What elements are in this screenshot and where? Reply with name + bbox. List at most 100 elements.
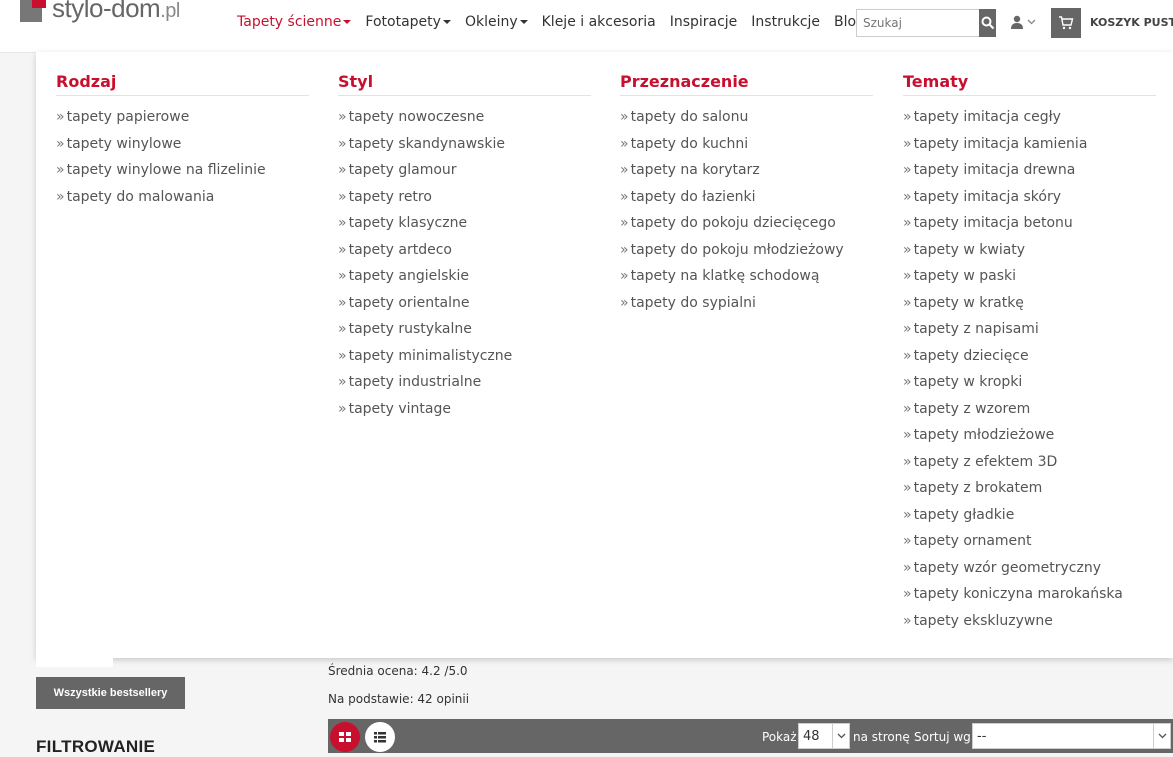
menu-link-label: tapety w kratkę (913, 294, 1024, 311)
menu-link[interactable]: » tapety winylowe (56, 135, 309, 162)
logo-mark-icon (20, 0, 52, 24)
menu-link[interactable]: » tapety do salonu (620, 108, 873, 135)
menu-link[interactable]: » tapety minimalistyczne (338, 347, 591, 374)
menu-link[interactable]: » tapety do kuchni (620, 135, 873, 162)
menu-link[interactable]: » tapety z brokatem (903, 479, 1156, 506)
sort-select[interactable]: -- (972, 723, 1171, 749)
menu-link[interactable]: » tapety glamour (338, 161, 591, 188)
menu-link-label: tapety do pokoju młodzieżowy (630, 241, 844, 258)
search-input[interactable] (856, 9, 979, 37)
raquo-icon: » (903, 506, 912, 523)
menu-link-label: tapety glamour (348, 162, 457, 178)
raquo-icon: » (903, 241, 912, 258)
raquo-icon: » (903, 135, 912, 152)
menu-link-label: tapety do sypialni (630, 294, 756, 311)
menu-link[interactable]: » tapety z wzorem (903, 400, 1156, 427)
raquo-icon: » (903, 268, 912, 284)
menu-link[interactable]: » tapety papierowe (56, 108, 309, 135)
menu-link[interactable]: » tapety nowoczesne (338, 108, 591, 135)
menu-link[interactable]: » tapety w paski (903, 267, 1156, 294)
menu-link[interactable]: » tapety młodzieżowe (903, 426, 1156, 453)
menu-link[interactable]: » tapety vintage (338, 400, 591, 427)
site-logo[interactable]: stylo-dom.pl (20, 0, 180, 26)
menu-link[interactable]: » tapety artdeco (338, 241, 591, 268)
menu-column-heading: Rodzaj (56, 72, 309, 96)
account-menu[interactable] (1010, 15, 1036, 29)
menu-link[interactable]: » tapety z napisami (903, 320, 1156, 347)
menu-column-heading: Przeznaczenie (620, 72, 873, 96)
menu-link[interactable]: » tapety w kwiaty (903, 241, 1156, 268)
menu-link[interactable]: » tapety ornament (903, 532, 1156, 559)
raquo-icon: » (56, 109, 65, 125)
menu-link[interactable]: » tapety skandynawskie (338, 135, 591, 162)
menu-link-label: tapety koniczyna marokańska (913, 586, 1123, 602)
list-view-button[interactable] (365, 722, 395, 752)
menu-link[interactable]: » tapety gładkie (903, 506, 1156, 533)
menu-link[interactable]: » tapety angielskie (338, 267, 591, 294)
menu-link[interactable]: » tapety do malowania (56, 188, 309, 215)
all-bestsellers-button[interactable]: Wszystkie bestsellery (36, 677, 185, 709)
nav-item-tapety-scienne[interactable]: Tapety ścienne (237, 12, 352, 32)
raquo-icon: » (620, 215, 629, 231)
menu-link-label: tapety z wzorem (913, 400, 1031, 417)
menu-link-label: tapety imitacja cegły (913, 109, 1061, 125)
raquo-icon: » (338, 268, 347, 284)
menu-link[interactable]: » tapety imitacja cegły (903, 108, 1156, 135)
per-page-value: 48 (803, 729, 820, 744)
menu-link[interactable]: » tapety klasyczne (338, 214, 591, 241)
menu-link-label: tapety winylowe (66, 135, 182, 152)
cart-status-label[interactable]: KOSZYK PUSTY (1090, 16, 1173, 29)
nav-item-inspiracje[interactable]: Inspiracje (670, 12, 738, 32)
menu-link[interactable]: » tapety na klatkę schodową (620, 267, 873, 294)
nav-item-fototapety[interactable]: Fototapety (365, 12, 451, 32)
raquo-icon: » (56, 135, 65, 152)
raquo-icon: » (903, 188, 912, 205)
menu-link-label: tapety minimalistyczne (348, 347, 513, 364)
raquo-icon: » (903, 533, 912, 549)
menu-link[interactable]: » tapety winylowe na flizelinie (56, 161, 309, 188)
raquo-icon: » (620, 268, 629, 284)
grid-icon (339, 732, 351, 742)
site-header: stylo-dom.pl Tapety ścienne Fototapety O… (0, 0, 1173, 53)
menu-link-label: tapety w kwiaty (913, 241, 1026, 258)
nav-item-kleje[interactable]: Kleje i akcesoria (542, 12, 656, 32)
menu-link[interactable]: » tapety w kropki (903, 373, 1156, 400)
raquo-icon: » (620, 188, 629, 205)
menu-link-label: tapety do salonu (630, 109, 749, 125)
raquo-icon: » (56, 188, 65, 205)
list-icon (374, 732, 386, 743)
menu-link[interactable]: » tapety imitacja drewna (903, 161, 1156, 188)
menu-link[interactable]: » tapety do sypialni (620, 294, 873, 321)
raquo-icon: » (620, 135, 629, 152)
menu-link[interactable]: » tapety imitacja kamienia (903, 135, 1156, 162)
menu-link[interactable]: » tapety rustykalne (338, 320, 591, 347)
per-page-select[interactable]: 48 (798, 723, 850, 749)
menu-link-label: tapety rustykalne (348, 321, 472, 337)
menu-link-label: tapety industrialne (348, 374, 482, 390)
menu-link[interactable]: » tapety dziecięce (903, 347, 1156, 374)
menu-link[interactable]: » tapety industrialne (338, 373, 591, 400)
menu-link[interactable]: » tapety do pokoju młodzieżowy (620, 241, 873, 268)
nav-item-okleiny[interactable]: Okleiny (465, 12, 528, 32)
menu-link[interactable]: » tapety wzór geometryczny (903, 559, 1156, 586)
cart-button[interactable] (1051, 8, 1081, 38)
menu-link-label: tapety wzór geometryczny (913, 559, 1101, 576)
raquo-icon: » (338, 374, 347, 390)
menu-link[interactable]: » tapety do łazienki (620, 188, 873, 215)
menu-link[interactable]: » tapety w kratkę (903, 294, 1156, 321)
raquo-icon: » (903, 321, 912, 337)
menu-link[interactable]: » tapety do pokoju dziecięcego (620, 214, 873, 241)
nav-item-instrukcje[interactable]: Instrukcje (751, 12, 820, 32)
menu-link[interactable]: » tapety z efektem 3D (903, 453, 1156, 480)
menu-link[interactable]: » tapety koniczyna marokańska (903, 585, 1156, 612)
menu-link[interactable]: » tapety imitacja betonu (903, 214, 1156, 241)
grid-view-button[interactable] (330, 722, 360, 752)
menu-link[interactable]: » tapety orientalne (338, 294, 591, 321)
menu-link[interactable]: » tapety retro (338, 188, 591, 215)
menu-link[interactable]: » tapety imitacja skóry (903, 188, 1156, 215)
menu-link[interactable]: » tapety ekskluzywne (903, 612, 1156, 639)
search-button[interactable] (979, 9, 996, 37)
show-label: Pokaż (762, 730, 797, 744)
raquo-icon: » (903, 162, 912, 178)
menu-link[interactable]: » tapety na korytarz (620, 161, 873, 188)
